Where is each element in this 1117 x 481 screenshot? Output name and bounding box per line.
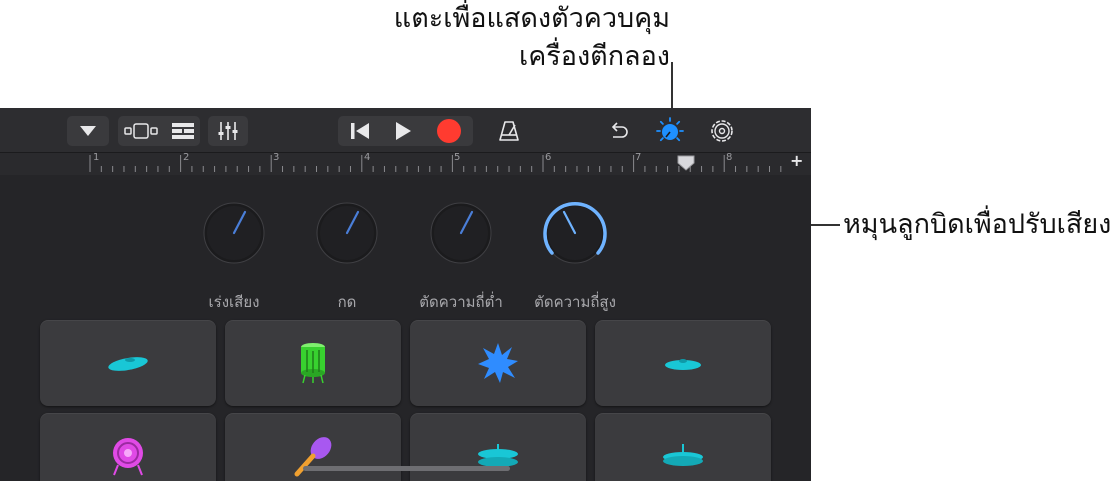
drum-pad-splash[interactable]: [40, 320, 216, 406]
drum-controls-leader-line: [671, 62, 673, 114]
ride-cymbal-icon: [665, 359, 701, 370]
mixer-button[interactable]: [208, 116, 248, 146]
browser-dropdown-icon: [80, 126, 96, 136]
home-indicator[interactable]: [303, 466, 510, 471]
browser-dropdown-button[interactable]: [67, 116, 109, 146]
mixer-icon: [218, 122, 238, 140]
go-to-beginning-button[interactable]: [349, 121, 371, 141]
drum-controls-icon: [656, 117, 684, 142]
knob-label: ตัดความถี่สูง: [534, 293, 616, 311]
control-bar: [0, 108, 811, 152]
splash-cymbal-icon: [108, 357, 148, 371]
knob-dial-icon: [430, 202, 492, 264]
settings-icon: [711, 120, 733, 142]
go-to-beginning-icon: [351, 123, 370, 139]
crash-burst-icon: [478, 343, 518, 383]
ruler-mark: 1: [93, 152, 100, 163]
maraca-icon: [294, 437, 332, 477]
high-cut-knob[interactable]: ตัดความถี่สูง: [520, 198, 630, 311]
timeline-ruler[interactable]: 1 2 3 4 5 6 7 8 +: [0, 151, 811, 175]
play-icon: [396, 122, 412, 140]
drum-pad-bass[interactable]: [40, 413, 216, 481]
app-window: 1 2 3 4 5 6 7 8 + เร่งเสียง กด ตัดความถี…: [0, 108, 811, 481]
press-knob[interactable]: กด: [292, 198, 402, 311]
transport-group: [338, 116, 473, 146]
ruler-mark: 8: [726, 152, 733, 163]
drum-controls-callout: แตะเพื่อแสดงตัวควบคุม เครื่องตีกลอง: [394, 0, 670, 76]
ruler-mark: 6: [545, 152, 552, 163]
view-toggle-group: [118, 116, 200, 146]
drum-pad-hihat-closed[interactable]: [595, 413, 771, 481]
metronome-button[interactable]: [494, 116, 524, 146]
playhead-icon[interactable]: [677, 155, 695, 171]
track-list-icon: [171, 123, 194, 139]
record-button[interactable]: [436, 118, 462, 144]
ruler-mark: 7: [635, 152, 642, 163]
ruler-mark: 2: [183, 152, 190, 163]
tracks-view-button[interactable]: [123, 122, 160, 140]
low-cut-knob[interactable]: ตัดความถี่ต่ำ: [406, 198, 516, 311]
record-icon: [436, 119, 461, 143]
bass-drum-icon: [113, 438, 143, 476]
ruler-mark: 3: [273, 152, 280, 163]
knob-dial-icon: [543, 201, 607, 264]
knob-callout: หมุนลูกบิดเพื่อปรับเสียง: [843, 209, 1112, 240]
ruler-mark: 4: [364, 152, 371, 163]
add-section-button[interactable]: +: [790, 151, 803, 170]
tracks-view-icon: [123, 123, 158, 139]
snare-drum-icon: [301, 343, 325, 384]
settings-button[interactable]: [707, 116, 737, 146]
undo-icon: [611, 122, 628, 138]
hihat-closed-icon: [663, 444, 703, 466]
drum-controls-button[interactable]: [653, 116, 687, 146]
knob-dial-icon: [316, 202, 378, 264]
drum-pad-ride[interactable]: [595, 320, 771, 406]
metronome-icon: [499, 121, 519, 141]
ruler-mark: 5: [454, 152, 461, 163]
drum-pad-snare[interactable]: [225, 320, 401, 406]
callout-line-1: แตะเพื่อแสดงตัวควบคุม: [393, 3, 670, 34]
undo-button[interactable]: [604, 116, 634, 146]
play-button[interactable]: [393, 120, 413, 142]
knob-dial-icon: [203, 202, 265, 264]
callout-line-2: เครื่องตีกลอง: [518, 41, 670, 72]
boost-knob[interactable]: เร่งเสียง: [179, 198, 289, 311]
drum-controls-panel: เร่งเสียง กด ตัดความถี่ต่ำ ตัดความถี่สูง: [0, 174, 811, 314]
track-list-button[interactable]: [171, 122, 195, 140]
drum-pad-crash[interactable]: [410, 320, 586, 406]
